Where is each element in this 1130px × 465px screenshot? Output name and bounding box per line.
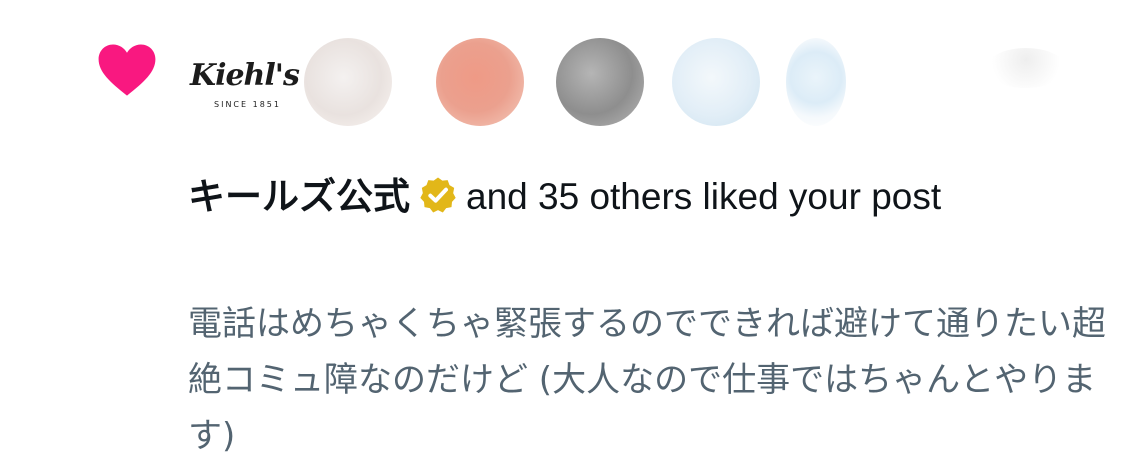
liked-post-text[interactable]: 電話はめちゃくちゃ緊張するのでできれば避けて通りたい超絶コミュ障なのだけど (大… xyxy=(188,296,1108,464)
notification-summary: キールズ公式 and 35 others liked your post xyxy=(188,168,1088,226)
summary-text: and 35 others liked your post xyxy=(466,176,942,217)
avatar[interactable] xyxy=(556,38,644,126)
avatar[interactable] xyxy=(304,38,392,126)
brand-logo-script: Kiehl's xyxy=(190,58,300,93)
avatar[interactable] xyxy=(786,38,846,126)
avatar-kiehls[interactable]: Kiehl's SINCE 1851 xyxy=(186,40,300,128)
avatar[interactable] xyxy=(672,38,760,126)
like-notification[interactable]: Kiehl's SINCE 1851 キールズ公式 and 35 others … xyxy=(0,0,1130,465)
brand-logo-since: SINCE 1851 xyxy=(214,100,281,109)
actor-name[interactable]: キールズ公式 xyxy=(188,176,410,217)
avatar[interactable] xyxy=(436,38,524,126)
liker-avatars: Kiehl's SINCE 1851 xyxy=(186,38,1130,134)
avatar[interactable] xyxy=(986,48,1066,88)
heart-icon xyxy=(98,44,156,96)
verified-badge-icon xyxy=(420,177,456,213)
